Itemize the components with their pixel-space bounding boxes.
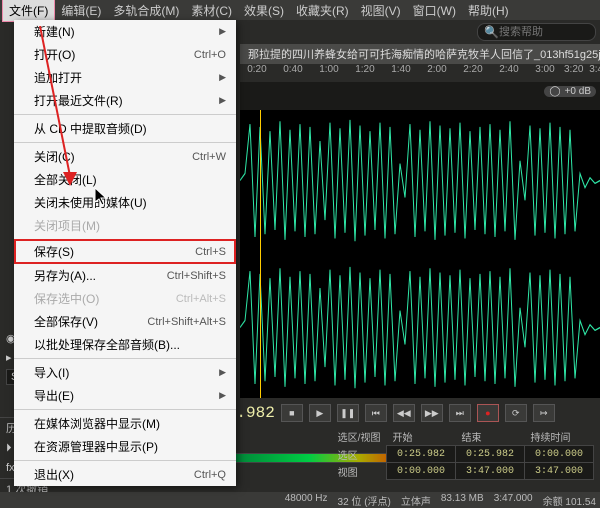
menu-reveal-explorer[interactable]: 在资源管理器中显示(P) [14,435,236,458]
selection-view-panel: 选区/视图 开始 结束 持续时间 选区 0:25.982 0:25.982 0:… [332,428,594,480]
skip-sel-button[interactable]: ↦ [533,404,555,422]
status-dur: 3:47.000 [494,493,533,508]
row-sel: 选区 [332,446,387,463]
sel-dur[interactable]: 0:00.000 [524,446,593,463]
search-icon: 🔍 [484,25,499,39]
row-view: 视图 [332,463,387,480]
tick: 2:20 [463,64,482,75]
play-button[interactable]: ▶ [309,404,331,422]
tick: 2:00 [427,64,446,75]
menu-window[interactable]: 窗口(W) [407,0,462,21]
transport-bar: 0:25.982 ■ ▶ ❚❚ ⏮ ◀◀ ▶▶ ⏭ ● ⟳ ↦ [190,398,600,428]
status-bar: 48000 Hz 32 位 (浮点) 立体声 83.13 MB 3:47.000… [0,492,600,508]
menu-open[interactable]: 打开(O)Ctrl+O [14,43,236,66]
sel-start[interactable]: 0:25.982 [386,446,455,463]
menu-favorites[interactable]: 收藏夹(R) [290,0,355,21]
view-dur[interactable]: 3:47.000 [524,463,593,480]
tick: 3:00 [535,64,554,75]
skip-back-button[interactable]: ⏮ [365,404,387,422]
forward-button[interactable]: ▶▶ [421,404,443,422]
menubar: 文件(F) 编辑(E) 多轨合成(M) 素材(C) 效果(S) 收藏夹(R) 视… [0,0,600,20]
chevron-right-icon: ▶ [219,367,226,378]
waveform-canvas[interactable] [240,110,600,398]
col-dur: 持续时间 [524,428,593,446]
tick: 2:40 [499,64,518,75]
bottom-panel: 0:25.982 ■ ▶ ❚❚ ⏮ ◀◀ ▶▶ ⏭ ● ⟳ ↦ 电平 选区/视图… [190,398,600,508]
menu-close-all[interactable]: 全部关闭(L) [14,168,236,191]
menu-exit[interactable]: 退出(X)Ctrl+Q [14,460,236,486]
tick: 1:00 [319,64,338,75]
waveform-left [240,110,600,251]
menu-multitrack[interactable]: 多轨合成(M) [107,0,185,21]
menu-close-session: 关闭项目(M) [14,214,236,237]
waveform-right [240,257,600,398]
menu-save-all[interactable]: 全部保存(V)Ctrl+Shift+Alt+S [14,310,236,333]
status-bit: 32 位 (浮点) [338,493,391,508]
help-search[interactable]: 🔍 [477,23,596,41]
menu-close[interactable]: 关闭(C)Ctrl+W [14,142,236,168]
loop-button[interactable]: ⟳ [505,404,527,422]
knob-icon: ◯ [549,86,560,97]
file-menu-dropdown: 新建(N)▶ 打开(O)Ctrl+O 追加打开▶ 打开最近文件(R)▶ 从 CD… [14,20,236,486]
menu-effects[interactable]: 效果(S) [238,0,290,21]
tab-audiofile[interactable]: 那拉提的四川养蜂女给可可托海痴情的哈萨克牧羊人回信了_013hf51g25joh… [240,44,600,64]
menu-new[interactable]: 新建(N)▶ [14,20,236,43]
status-size: 83.13 MB [441,493,484,508]
menu-export[interactable]: 导出(E)▶ [14,384,236,407]
status-free: 余额 101.54 [543,493,596,508]
record-button[interactable]: ● [477,404,499,422]
rewind-button[interactable]: ◀◀ [393,404,415,422]
chevron-right-icon: ▶ [219,95,226,106]
menu-view[interactable]: 视图(V) [355,0,407,21]
menu-recent[interactable]: 打开最近文件(R)▶ [14,89,236,112]
col-end: 结束 [455,428,524,446]
volume-knob[interactable]: ◯ +0 dB [544,86,596,97]
playhead[interactable] [260,110,261,398]
view-start[interactable]: 0:00.000 [386,463,455,480]
menu-extract-cd[interactable]: 从 CD 中提取音频(D) [14,114,236,140]
volume-value: +0 dB [565,86,591,97]
menu-help[interactable]: 帮助(H) [462,0,515,21]
menu-save-selection: 保存选中(O)Ctrl+Alt+S [14,287,236,310]
menu-import[interactable]: 导入(I)▶ [14,358,236,384]
col-start: 开始 [386,428,455,446]
chevron-right-icon: ▶ [219,26,226,37]
open-icon: ⏵ [6,442,12,455]
tick: 0:40 [283,64,302,75]
tick: 1:40 [391,64,410,75]
tick: 3:40 [589,64,600,75]
skip-fwd-button[interactable]: ⏭ [449,404,471,422]
help-search-input[interactable] [499,26,589,38]
sel-title: 选区/视图 [332,428,387,446]
menu-edit[interactable]: 编辑(E) [55,0,107,21]
tick: 3:20 [564,64,583,75]
status-ch: 立体声 [401,493,431,508]
tick: 0:20 [247,64,266,75]
view-end[interactable]: 3:47.000 [455,463,524,480]
status-hz: 48000 Hz [285,493,328,508]
menu-append-open[interactable]: 追加打开▶ [14,66,236,89]
pause-button[interactable]: ❚❚ [337,404,359,422]
sel-end[interactable]: 0:25.982 [455,446,524,463]
menu-reveal-mediabrowser[interactable]: 在媒体浏览器中显示(M) [14,409,236,435]
tick: 1:20 [355,64,374,75]
menu-save[interactable]: 保存(S)Ctrl+S [14,239,236,264]
chevron-right-icon: ▶ [219,390,226,401]
waveform-editor: 0:20 0:40 1:00 1:20 1:40 2:00 2:20 2:40 … [240,64,600,398]
menu-clip[interactable]: 素材(C) [185,0,238,21]
menu-close-unused[interactable]: 关闭未使用的媒体(U) [14,191,236,214]
menu-save-as[interactable]: 另存为(A)...Ctrl+Shift+S [14,264,236,287]
timeline-ruler[interactable]: 0:20 0:40 1:00 1:20 1:40 2:00 2:20 2:40 … [240,64,600,82]
stop-button[interactable]: ■ [281,404,303,422]
chevron-right-icon: ▶ [219,72,226,83]
menu-batch-save[interactable]: 以批处理保存全部音频(B)... [14,333,236,356]
menu-file[interactable]: 文件(F) [2,0,55,22]
